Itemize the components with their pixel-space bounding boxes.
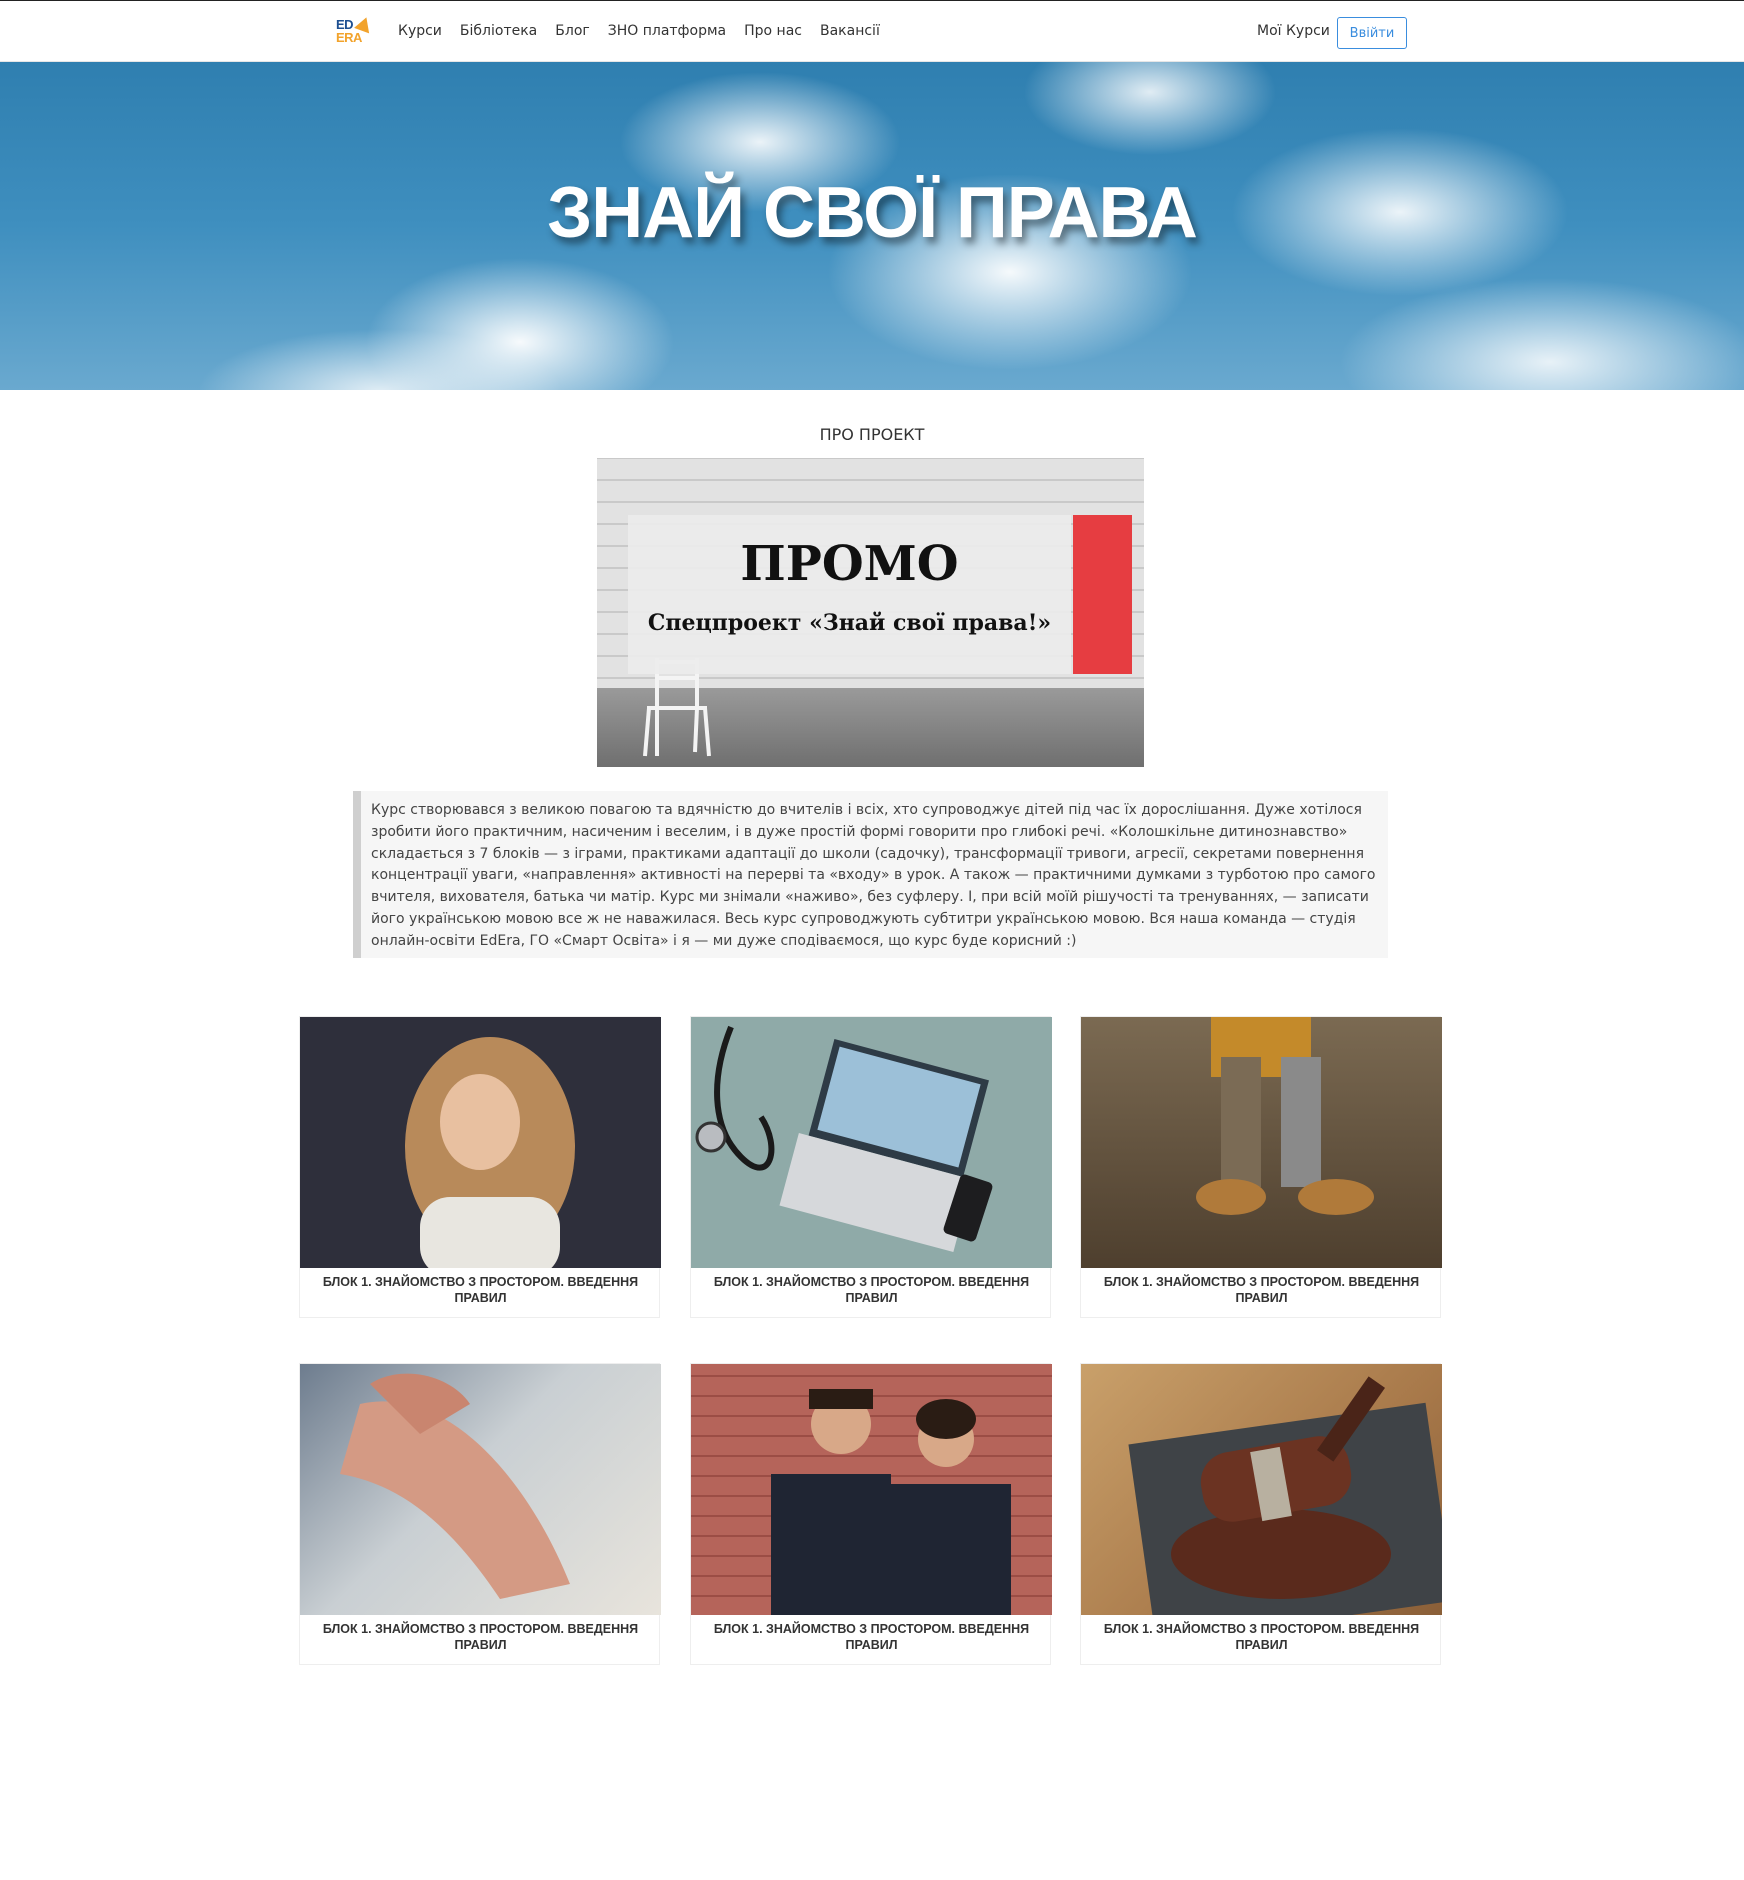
promo-subtitle: Спецпроект «Знай свої права!» <box>647 610 1052 636</box>
hero-title: ЗНАЙ СВОЇ ПРАВА <box>547 173 1198 253</box>
course-description: Курс створювався з великою повагою та вд… <box>353 791 1388 958</box>
block-card[interactable]: БЛОК 1. ЗНАЙОМСТВО З ПРОСТОРОМ. ВВЕДЕННЯ… <box>690 1363 1052 1665</box>
promo-title: ПРОМО <box>740 536 959 592</box>
block-caption: БЛОК 1. ЗНАЙОМСТВО З ПРОСТОРОМ. ВВЕДЕННЯ… <box>1103 1622 1420 1652</box>
block-image-judge-gavel <box>1081 1364 1442 1615</box>
block-card[interactable]: БЛОК 1. ЗНАЙОМСТВО З ПРОСТОРОМ. ВВЕДЕННЯ… <box>299 1016 661 1318</box>
nav-about[interactable]: Про нас <box>744 23 802 39</box>
block-caption: БЛОК 1. ЗНАЙОМСТВО З ПРОСТОРОМ. ВВЕДЕННЯ… <box>713 1622 1030 1652</box>
block-card[interactable]: БЛОК 1. ЗНАЙОМСТВО З ПРОСТОРОМ. ВВЕДЕННЯ… <box>299 1363 661 1665</box>
edera-logo[interactable]: ED ERA <box>336 14 376 47</box>
block-caption: БЛОК 1. ЗНАЙОМСТВО З ПРОСТОРОМ. ВВЕДЕННЯ… <box>322 1622 639 1652</box>
promo-red-stripe <box>1073 515 1132 674</box>
block-card[interactable]: БЛОК 1. ЗНАЙОМСТВО З ПРОСТОРОМ. ВВЕДЕННЯ… <box>690 1016 1052 1318</box>
block-caption: БЛОК 1. ЗНАЙОМСТВО З ПРОСТОРОМ. ВВЕДЕННЯ… <box>1103 1275 1420 1305</box>
login-button[interactable]: Ввійти <box>1337 17 1407 49</box>
top-navbar: ED ERA Курси Бібліотека Блог ЗНО платфор… <box>0 0 1744 62</box>
block-card[interactable]: БЛОК 1. ЗНАЙОМСТВО З ПРОСТОРОМ. ВВЕДЕННЯ… <box>1080 1016 1442 1318</box>
block-caption: БЛОК 1. ЗНАЙОМСТВО З ПРОСТОРОМ. ВВЕДЕННЯ… <box>322 1275 639 1305</box>
nav-zno-platform[interactable]: ЗНО платформа <box>608 23 726 39</box>
hero-banner: ЗНАЙ СВОЇ ПРАВА <box>0 62 1744 390</box>
promo-video-thumbnail[interactable]: ПРОМО Спецпроект «Знай свої права!» <box>597 458 1144 767</box>
block-image-laptop-stethoscope <box>691 1017 1052 1268</box>
block-image-police-officers <box>691 1364 1052 1615</box>
block-image-elderly-hands <box>300 1364 661 1615</box>
my-courses-link[interactable]: Мої Курси <box>1257 23 1330 39</box>
nav-library[interactable]: Бібліотека <box>460 23 537 39</box>
about-label: ПРО ПРОЕКТ <box>819 425 925 444</box>
block-caption: БЛОК 1. ЗНАЙОМСТВО З ПРОСТОРОМ. ВВЕДЕННЯ… <box>713 1275 1030 1305</box>
block-image-child-covering-face <box>300 1017 661 1268</box>
nav-blog[interactable]: Блог <box>555 23 589 39</box>
block-card[interactable]: БЛОК 1. ЗНАЙОМСТВО З ПРОСТОРОМ. ВВЕДЕННЯ… <box>1080 1363 1442 1665</box>
logo-text-bottom: ERA <box>336 30 362 45</box>
main-nav: Курси Бібліотека Блог ЗНО платформа Про … <box>398 23 880 39</box>
nav-courses[interactable]: Курси <box>398 23 442 39</box>
block-image-boots-on-ground <box>1081 1017 1442 1268</box>
nav-vacancies[interactable]: Вакансії <box>820 23 880 39</box>
